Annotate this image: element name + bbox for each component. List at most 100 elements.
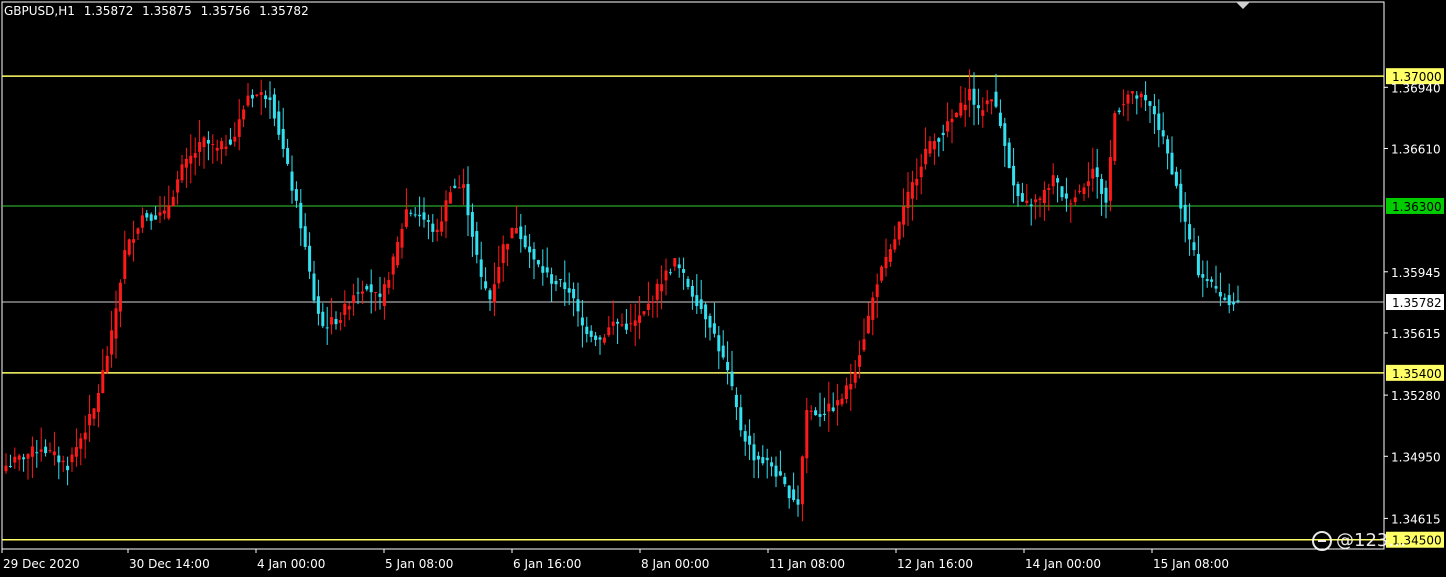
candle-body (1069, 203, 1073, 205)
candle (620, 313, 624, 328)
candle-body (897, 221, 901, 240)
candle (189, 134, 193, 184)
candle (1218, 272, 1222, 307)
candle (1038, 196, 1042, 218)
candle (1126, 90, 1130, 122)
candle-body (611, 321, 615, 326)
candle (1227, 283, 1231, 314)
candle-body (1122, 104, 1126, 106)
candle (880, 265, 884, 283)
candle (831, 392, 835, 413)
candle-body (466, 183, 470, 216)
candle-body (1170, 152, 1174, 175)
candle (206, 131, 210, 161)
candle (809, 405, 813, 421)
candle-body (132, 239, 136, 243)
candle (1144, 81, 1148, 111)
candle (712, 302, 716, 338)
candle-body (140, 215, 144, 228)
level-label: 1.36300 (1392, 200, 1442, 214)
candle (1188, 203, 1192, 256)
candle-body (1179, 183, 1183, 209)
candle (805, 397, 809, 474)
candle (145, 210, 149, 222)
candle-body (822, 413, 826, 415)
candle (704, 302, 708, 338)
candle (70, 447, 74, 472)
price-chart[interactable]: 1.370001.363001.357821.354001.345001.369… (0, 0, 1446, 577)
candle (607, 315, 611, 337)
candle-body (910, 182, 914, 199)
candle (959, 86, 963, 118)
chart-container[interactable]: 1.37000 1.36300 1.35782 1.35400 1.34500 1.369… (0, 0, 1446, 577)
candle-body (642, 311, 646, 315)
candle-body (1108, 157, 1112, 201)
candle (554, 275, 558, 292)
candle (1073, 189, 1077, 206)
candle-body (1012, 165, 1016, 186)
candle-body (299, 202, 303, 229)
candle (400, 223, 404, 259)
candle-body (607, 327, 611, 336)
candle (941, 124, 945, 152)
candle-body (690, 285, 694, 297)
candle (545, 247, 549, 278)
candle-body (360, 291, 364, 294)
candle-body (1148, 101, 1152, 106)
candle-body (356, 292, 360, 294)
candle-body (4, 465, 8, 472)
candle (404, 188, 408, 229)
candle (382, 277, 386, 320)
candle-body (325, 327, 329, 329)
candle (136, 227, 140, 241)
candle-body (338, 320, 342, 323)
candle (154, 206, 158, 220)
candle-body (114, 308, 118, 339)
y-tick-label: 1.35615 (1391, 327, 1441, 341)
candle (1161, 112, 1165, 145)
candle (268, 81, 272, 119)
candle (431, 214, 435, 243)
candle (871, 291, 875, 336)
candle-body (475, 231, 479, 255)
candle-body (959, 102, 963, 116)
candle (730, 350, 734, 391)
candle (233, 122, 237, 147)
candle (708, 313, 712, 341)
candle (884, 238, 888, 277)
candle-body (422, 212, 426, 220)
candle (105, 346, 109, 375)
candle (1029, 198, 1033, 226)
candle (580, 299, 584, 348)
candle-body (651, 301, 655, 304)
price-axis: 1.370001.363001.357821.354001.345001.369… (1384, 68, 1444, 548)
candle-body (906, 191, 910, 209)
candle-body (110, 330, 114, 355)
candle-body (616, 321, 620, 324)
candle-body (902, 206, 906, 225)
candle (651, 295, 655, 318)
candle (800, 455, 804, 522)
candle-body (1223, 297, 1227, 300)
candle (756, 451, 760, 479)
candle (919, 153, 923, 195)
shift-marker-icon[interactable] (1236, 2, 1250, 9)
candle (457, 175, 461, 189)
candle-body (123, 250, 127, 279)
candle (677, 257, 681, 278)
candle-body (39, 449, 43, 452)
candle (1135, 91, 1139, 115)
candle-body (514, 228, 518, 234)
candle-body (343, 303, 347, 315)
candle-body (88, 413, 92, 426)
x-tick-label: 5 Jan 08:00 (385, 557, 453, 571)
candle (1042, 181, 1046, 221)
candle-body (413, 214, 417, 216)
candle-body (968, 88, 972, 101)
candle-body (378, 293, 382, 297)
candle (369, 269, 373, 314)
candle (1148, 100, 1152, 124)
candle-body (1003, 123, 1007, 146)
candle-body (1218, 291, 1222, 297)
candle-body (22, 457, 26, 460)
